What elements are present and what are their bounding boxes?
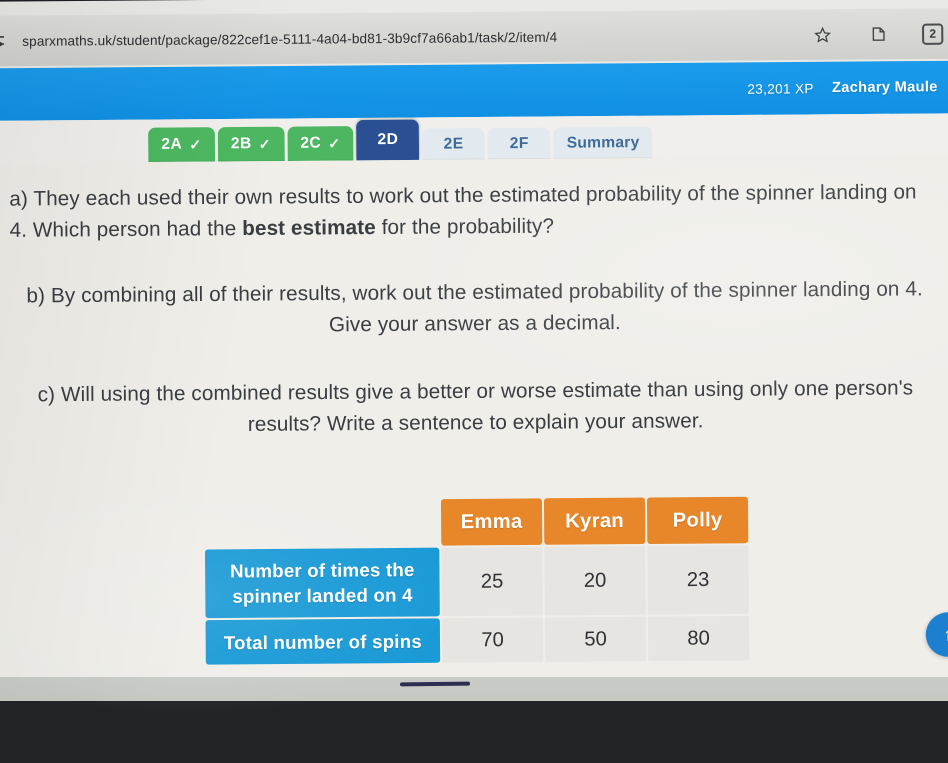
results-table: Emma Kyran Polly Number of times the spi…: [203, 495, 752, 667]
table-row: Total number of spins 70 50 80: [205, 615, 750, 665]
home-indicator-bar: [399, 681, 471, 687]
cell-kyran-landed: 20: [544, 546, 646, 616]
check-icon: ✓: [189, 135, 202, 153]
tab-2b[interactable]: 2B ✓: [217, 126, 285, 162]
browser-toolbar-right: 2: [809, 20, 948, 47]
cell-polly-total: 80: [647, 615, 750, 662]
table-corner-cell: [205, 499, 440, 547]
tab-2c-label: 2C: [300, 134, 322, 152]
tab-2b-label: 2B: [230, 134, 252, 153]
tab-2d-label: 2D: [377, 130, 399, 149]
question-part-a-bold: best estimate: [242, 215, 376, 241]
check-icon: ✓: [258, 135, 272, 152]
cell-polly-landed: 23: [647, 545, 749, 615]
table-header-row: Emma Kyran Polly: [205, 496, 749, 548]
question-part-b: b) By combining all of their results, wo…: [26, 277, 923, 337]
photo-of-tablet-screen: sparxmaths.uk/student/package/822cef1e-5…: [0, 0, 948, 763]
star-icon[interactable]: [809, 21, 835, 47]
app-header: 23,201 XP Zachary Maule: [0, 60, 948, 121]
question-part-a: a) They each used their own results to w…: [0, 176, 948, 246]
tab-2e-label: 2E: [443, 134, 464, 153]
url-text[interactable]: sparxmaths.uk/student/package/822cef1e-5…: [22, 29, 557, 48]
tab-2a[interactable]: 2A ✓: [148, 127, 215, 163]
cell-emma-total: 70: [441, 617, 544, 663]
column-header-polly: Polly: [646, 496, 749, 544]
tab-2d[interactable]: 2D: [356, 119, 420, 161]
user-name[interactable]: Zachary Maule: [832, 79, 938, 96]
browser-address-bar[interactable]: sparxmaths.uk/student/package/822cef1e-5…: [0, 8, 948, 67]
check-icon: ✓: [328, 134, 341, 152]
sliders-icon[interactable]: [0, 24, 14, 59]
task-tabstrip: 2A ✓ 2B ✓ 2C ✓ 2D 2E 2F Summary: [0, 113, 948, 164]
tab-2a-label: 2A: [161, 135, 183, 153]
share-icon[interactable]: [865, 21, 891, 47]
row-label-total-spins: Total number of spins: [205, 618, 441, 665]
question-content: a) They each used their own results to w…: [0, 155, 948, 709]
tab-2e[interactable]: 2E: [422, 128, 486, 160]
question-part-a-suffix: for the probability?: [375, 214, 555, 240]
tab-count-badge[interactable]: 2: [921, 22, 944, 45]
column-header-emma: Emma: [440, 498, 543, 546]
row-label-landed-on-4: Number of times the spinner landed on 4: [204, 547, 440, 619]
tab-2f[interactable]: 2F: [487, 127, 551, 160]
results-table-wrap: Emma Kyran Polly Number of times the spi…: [0, 493, 948, 668]
device-lower-bezel: [0, 701, 948, 763]
tab-2c[interactable]: 2C ✓: [287, 126, 354, 161]
tablet-screen: sparxmaths.uk/student/package/822cef1e-5…: [0, 0, 948, 709]
table-row: Number of times the spinner landed on 4 …: [204, 545, 749, 619]
cell-kyran-total: 50: [544, 616, 647, 662]
question-part-c: c) Will using the combined results give …: [37, 376, 914, 437]
tab-summary[interactable]: Summary: [553, 126, 653, 159]
xp-total: 23,201 XP: [747, 80, 814, 97]
cell-emma-landed: 25: [441, 546, 543, 617]
tab-summary-label: Summary: [566, 133, 640, 152]
column-header-kyran: Kyran: [543, 497, 646, 545]
tab-2f-label: 2F: [509, 134, 529, 152]
